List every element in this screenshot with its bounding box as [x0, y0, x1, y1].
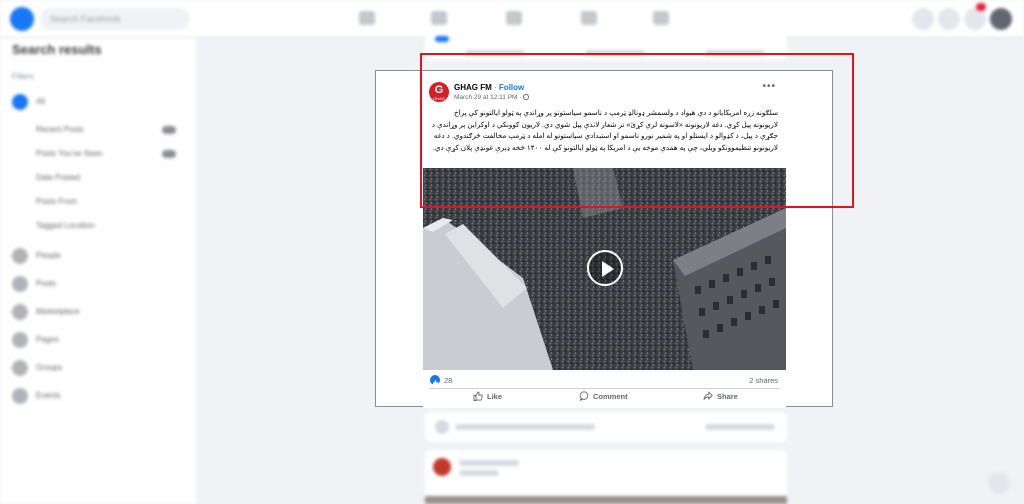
- pages-icon: [12, 332, 28, 348]
- recent-posts-toggle[interactable]: [162, 126, 176, 134]
- comment-bar: [425, 412, 787, 442]
- notification-badge: [976, 3, 986, 11]
- watch-icon[interactable]: [506, 11, 522, 25]
- groups-icon[interactable]: [653, 11, 669, 25]
- groups-filter-icon: [12, 360, 28, 376]
- reaction-count[interactable]: 28: [444, 376, 452, 385]
- share-icon: [703, 391, 713, 401]
- notifications-icon[interactable]: [964, 8, 986, 30]
- search-filters-sidebar: Search results Filters All Recent Posts …: [0, 38, 196, 504]
- next-post-card: [425, 450, 787, 504]
- marketplace-icon[interactable]: [581, 11, 597, 25]
- home-icon[interactable]: [359, 11, 375, 25]
- posts-icon: [12, 276, 28, 292]
- sidebar-item-all[interactable]: All: [12, 94, 45, 110]
- thumbs-up-icon: [473, 391, 483, 401]
- sidebar-item-posts-from[interactable]: Posts From: [36, 194, 77, 210]
- highlight-box: [420, 53, 854, 208]
- messenger-icon[interactable]: [938, 8, 960, 30]
- posts-seen-toggle[interactable]: [162, 150, 176, 158]
- sidebar-item-date-posted[interactable]: Date Posted: [36, 170, 80, 186]
- sidebar-item-groups[interactable]: Groups: [12, 360, 62, 376]
- share-button[interactable]: Share: [703, 390, 738, 404]
- sidebar-item-people[interactable]: People: [12, 248, 61, 264]
- sidebar-item-posts-seen[interactable]: Posts You've Seen: [36, 146, 186, 162]
- like-button[interactable]: Like: [473, 390, 502, 404]
- sidebar-item-tagged-location[interactable]: Tagged Location: [36, 218, 95, 234]
- all-icon: [12, 94, 28, 110]
- action-divider: [429, 388, 780, 389]
- menu-icon[interactable]: [912, 8, 934, 30]
- play-button[interactable]: [587, 250, 623, 286]
- sidebar-item-events[interactable]: Events: [12, 388, 60, 404]
- sidebar-item-marketplace[interactable]: Marketplace: [12, 304, 80, 320]
- comment-icon: [579, 391, 589, 402]
- profile-avatar[interactable]: [990, 8, 1012, 30]
- share-count[interactable]: 2 shares: [749, 376, 778, 385]
- friends-icon[interactable]: [431, 11, 447, 25]
- sidebar-item-posts[interactable]: Posts: [12, 276, 56, 292]
- comment-button[interactable]: Comment: [579, 390, 628, 404]
- events-icon: [12, 388, 28, 404]
- people-icon: [12, 248, 28, 264]
- facebook-logo-icon[interactable]: [10, 7, 34, 31]
- sidebar-title: Search results: [12, 42, 102, 57]
- sidebar-item-recent-posts[interactable]: Recent Posts: [36, 122, 186, 138]
- marketplace-filter-icon: [12, 304, 28, 320]
- play-icon: [602, 261, 614, 277]
- sidebar-item-pages[interactable]: Pages: [12, 332, 59, 348]
- filters-label: Filters: [12, 72, 34, 81]
- close-chat-icon[interactable]: [988, 472, 1010, 494]
- like-reaction-icon: [430, 375, 440, 386]
- search-input[interactable]: Search Facebook: [40, 8, 190, 30]
